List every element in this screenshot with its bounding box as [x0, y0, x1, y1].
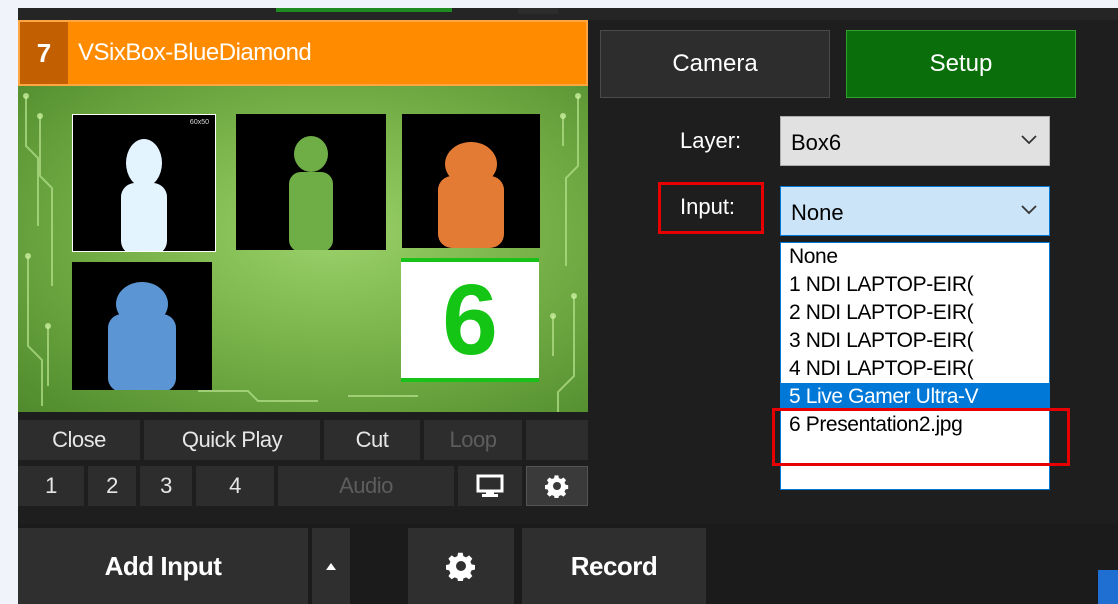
quick-play-button[interactable]: Quick Play [144, 420, 320, 460]
gear-icon [545, 475, 569, 498]
add-input-menu-button[interactable] [312, 528, 350, 604]
dropdown-option-selected[interactable]: 5 Live Gamer Ultra-V [781, 383, 1049, 411]
input-header[interactable]: 7 VSixBox-BlueDiamond [18, 20, 588, 86]
person-green-icon [289, 136, 333, 250]
layer-select-value: Box6 [791, 130, 842, 155]
number-six-tile: 6 [401, 258, 539, 382]
settings-button[interactable] [408, 528, 514, 604]
controls-row-1: Close Quick Play Cut Loop [18, 418, 588, 462]
top-strip [18, 8, 1118, 20]
camera-button[interactable]: Camera [600, 30, 830, 98]
close-button[interactable]: Close [18, 420, 140, 460]
input-title: VSixBox-BlueDiamond [78, 39, 312, 66]
dropdown-option[interactable]: 3 NDI LAPTOP-EIR( [781, 327, 1049, 355]
selected-option-highlight [772, 408, 1070, 466]
setup-button[interactable]: Setup [846, 30, 1076, 98]
gear-icon [446, 552, 475, 581]
monitor-button[interactable] [458, 466, 522, 506]
video-tile-blue [72, 262, 212, 390]
chevron-down-icon [1021, 205, 1037, 215]
input-number: 7 [20, 22, 68, 84]
blue-corner-fragment [1098, 570, 1118, 604]
overlay-4-button[interactable]: 4 [196, 466, 274, 506]
person-blue-icon [108, 282, 176, 390]
overlay-2-button[interactable]: 2 [88, 466, 136, 506]
layer-select[interactable]: Box6 [780, 116, 1050, 166]
chevron-down-icon [1021, 135, 1037, 145]
input-label-highlight [658, 182, 764, 234]
overlay-3-button[interactable]: 3 [140, 466, 192, 506]
dropdown-option[interactable]: 1 NDI LAPTOP-EIR( [781, 271, 1049, 299]
loop-button[interactable]: Loop [424, 420, 522, 460]
person-white-icon [121, 139, 167, 251]
vmix-window: 7 VSixBox-BlueDiamond 60x50 6 Close Quic… [18, 8, 1118, 604]
dropdown-option[interactable]: 4 NDI LAPTOP-EIR( [781, 355, 1049, 383]
input-select-value: None [791, 200, 844, 225]
controls-row-2: 1 2 3 4 Audio [18, 464, 588, 508]
input-select[interactable]: None [780, 186, 1050, 236]
video-tile-green [236, 114, 386, 250]
dropdown-option[interactable]: None [781, 243, 1049, 271]
audio-button[interactable]: Audio [278, 466, 454, 506]
record-button[interactable]: Record [522, 528, 706, 604]
caret-up-icon [326, 563, 336, 570]
dropdown-option[interactable]: 2 NDI LAPTOP-EIR( [781, 299, 1049, 327]
video-tile-white: 60x50 [72, 114, 216, 252]
top-strip-tab [518, 8, 558, 14]
blank-control-button [526, 420, 588, 460]
overlay-1-button[interactable]: 1 [18, 466, 84, 506]
layer-label: Layer: [680, 128, 742, 153]
top-strip-green [276, 8, 452, 12]
add-input-button[interactable]: Add Input [18, 528, 308, 604]
video-tile-orange [402, 114, 540, 248]
monitor-icon [476, 474, 504, 497]
input-preview[interactable]: 60x50 6 [18, 86, 588, 412]
input-settings-button[interactable] [526, 466, 588, 506]
person-orange-icon [438, 142, 504, 248]
cut-button[interactable]: Cut [324, 420, 420, 460]
bottom-toolbar: Add Input Record [18, 524, 1118, 604]
